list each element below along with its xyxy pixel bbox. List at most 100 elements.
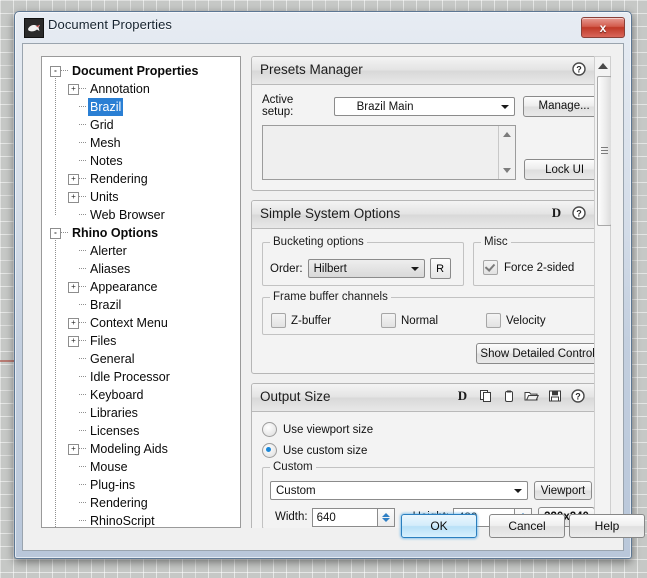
simple-system-options-title: Simple System Options xyxy=(260,206,401,221)
save-icon[interactable] xyxy=(547,388,562,403)
misc-group: Misc Force 2-sided xyxy=(473,236,605,286)
default-badge-icon[interactable]: D xyxy=(455,388,470,403)
use-custom-size-radio[interactable] xyxy=(262,443,277,458)
expand-icon[interactable]: + xyxy=(68,84,79,95)
scrollbar-thumb[interactable] xyxy=(597,76,611,226)
tree-item[interactable]: Licenses xyxy=(42,422,240,440)
help-icon[interactable]: ? xyxy=(570,388,585,403)
presets-manager-panel: Presets Manager ? – Active setup: xyxy=(251,56,611,191)
scrollbar-grip-icon xyxy=(601,147,608,155)
tree-connector xyxy=(79,106,86,108)
tree-item-label: Keyboard xyxy=(90,388,144,402)
tree-item[interactable]: Grid xyxy=(42,116,240,134)
tree-item[interactable]: + Modeling Aids xyxy=(42,440,240,458)
paste-icon[interactable] xyxy=(501,388,516,403)
folder-open-icon[interactable] xyxy=(524,388,539,403)
zbuffer-label: Z-buffer xyxy=(291,314,332,327)
viewport-button[interactable]: Viewport xyxy=(534,481,592,500)
manage-button[interactable]: Manage... xyxy=(523,95,605,117)
default-badge-icon[interactable]: D xyxy=(549,205,564,220)
zbuffer-channel-row[interactable]: Z-buffer xyxy=(271,313,381,328)
normal-label: Normal xyxy=(401,314,439,327)
rhino-icon xyxy=(24,18,44,38)
tree-item[interactable]: Mesh xyxy=(42,134,240,152)
show-detailed-controls-button[interactable]: Show Detailed Controls xyxy=(476,343,605,364)
velocity-channel-row[interactable]: Velocity xyxy=(486,313,546,328)
scroll-down-icon[interactable] xyxy=(503,168,512,173)
svg-text:?: ? xyxy=(576,64,582,74)
tree-connector xyxy=(79,88,86,90)
ok-button[interactable]: OK xyxy=(401,514,477,538)
tree-item[interactable]: + Rendering xyxy=(42,170,240,188)
settings-pane-scrollbar[interactable] xyxy=(594,56,611,528)
use-custom-size-row[interactable]: Use custom size xyxy=(262,443,605,458)
tree-item[interactable]: Brazil xyxy=(42,296,240,314)
velocity-checkbox[interactable] xyxy=(486,313,501,328)
tree-item[interactable]: - Rhino Options xyxy=(42,224,240,242)
presets-listbox[interactable] xyxy=(262,125,517,180)
normal-checkbox[interactable] xyxy=(381,313,396,328)
expand-icon[interactable]: + xyxy=(68,192,79,203)
tree-item[interactable]: Notes xyxy=(42,152,240,170)
tree-item[interactable]: + Appearance xyxy=(42,278,240,296)
tree-connector xyxy=(79,376,86,378)
tree-item[interactable]: Mouse xyxy=(42,458,240,476)
use-viewport-size-row[interactable]: Use viewport size xyxy=(262,422,605,437)
tree-item-label: Licenses xyxy=(90,424,140,438)
tree-item[interactable]: Alerter xyxy=(42,242,240,260)
normal-channel-row[interactable]: Normal xyxy=(381,313,486,328)
tree-item-label: Idle Processor xyxy=(90,370,170,384)
tree-item[interactable]: Libraries xyxy=(42,404,240,422)
tree-item-label: Context Menu xyxy=(90,316,168,330)
tree-item[interactable]: + Files xyxy=(42,332,240,350)
order-reset-button[interactable]: R xyxy=(429,258,451,279)
tree-item[interactable]: Web Browser xyxy=(42,206,240,224)
tree-connector xyxy=(79,340,86,342)
tree-connector xyxy=(61,232,68,234)
tree-item[interactable]: Keyboard xyxy=(42,386,240,404)
zbuffer-checkbox[interactable] xyxy=(271,313,286,328)
size-preset-combobox[interactable]: Custom xyxy=(270,481,528,500)
expand-icon[interactable]: + xyxy=(68,336,79,347)
tree-item-label: Files xyxy=(90,334,117,348)
tree-item[interactable]: General xyxy=(42,350,240,368)
help-icon[interactable]: ? xyxy=(571,205,586,220)
scroll-up-icon[interactable] xyxy=(503,132,512,137)
close-button[interactable]: x xyxy=(581,17,625,38)
order-combobox[interactable]: Hilbert xyxy=(307,259,425,278)
cancel-button[interactable]: Cancel xyxy=(489,514,565,538)
tree-item-label: Alerter xyxy=(90,244,127,258)
force-2-sided-checkbox[interactable] xyxy=(483,260,498,275)
tree-connector xyxy=(79,178,86,180)
tree-item[interactable]: + Annotation xyxy=(42,80,240,98)
misc-legend: Misc xyxy=(481,236,511,248)
tree-item[interactable]: + Units xyxy=(42,188,240,206)
scroll-up-icon[interactable] xyxy=(598,63,608,69)
window-titlebar: Document Properties x xyxy=(15,12,631,42)
tree-item[interactable]: Idle Processor xyxy=(42,368,240,386)
help-icon[interactable]: ? xyxy=(571,61,586,76)
tree-item[interactable]: Aliases xyxy=(42,260,240,278)
tree-connector xyxy=(79,214,86,216)
velocity-label: Velocity xyxy=(506,314,546,327)
options-tree[interactable]: - Document Properties + Annotation Brazil Gri… xyxy=(41,56,241,528)
copy-icon[interactable] xyxy=(478,388,493,403)
expand-icon[interactable]: + xyxy=(68,282,79,293)
tree-item-label: Notes xyxy=(90,154,123,168)
tree-item-selected[interactable]: Brazil xyxy=(42,98,240,116)
tree-item[interactable]: - Document Properties xyxy=(42,62,240,80)
tree-item[interactable]: + Context Menu xyxy=(42,314,240,332)
tree-item[interactable]: Plug-ins xyxy=(42,476,240,494)
chevron-down-icon xyxy=(501,104,510,109)
presets-list-scrollbar[interactable] xyxy=(498,126,516,179)
expand-icon[interactable]: + xyxy=(68,318,79,329)
use-viewport-size-radio[interactable] xyxy=(262,422,277,437)
frame-buffer-channels-group: Frame buffer channels Z-buffer Normal Ve… xyxy=(262,291,605,335)
tree-connector xyxy=(55,76,57,215)
window-title: Document Properties xyxy=(48,17,173,32)
expand-icon[interactable]: + xyxy=(68,444,79,455)
lock-ui-button[interactable]: Lock UI xyxy=(524,159,605,180)
help-button[interactable]: Help xyxy=(569,514,645,538)
active-setup-combobox[interactable]: Brazil Main xyxy=(333,96,516,116)
expand-icon[interactable]: + xyxy=(68,174,79,185)
